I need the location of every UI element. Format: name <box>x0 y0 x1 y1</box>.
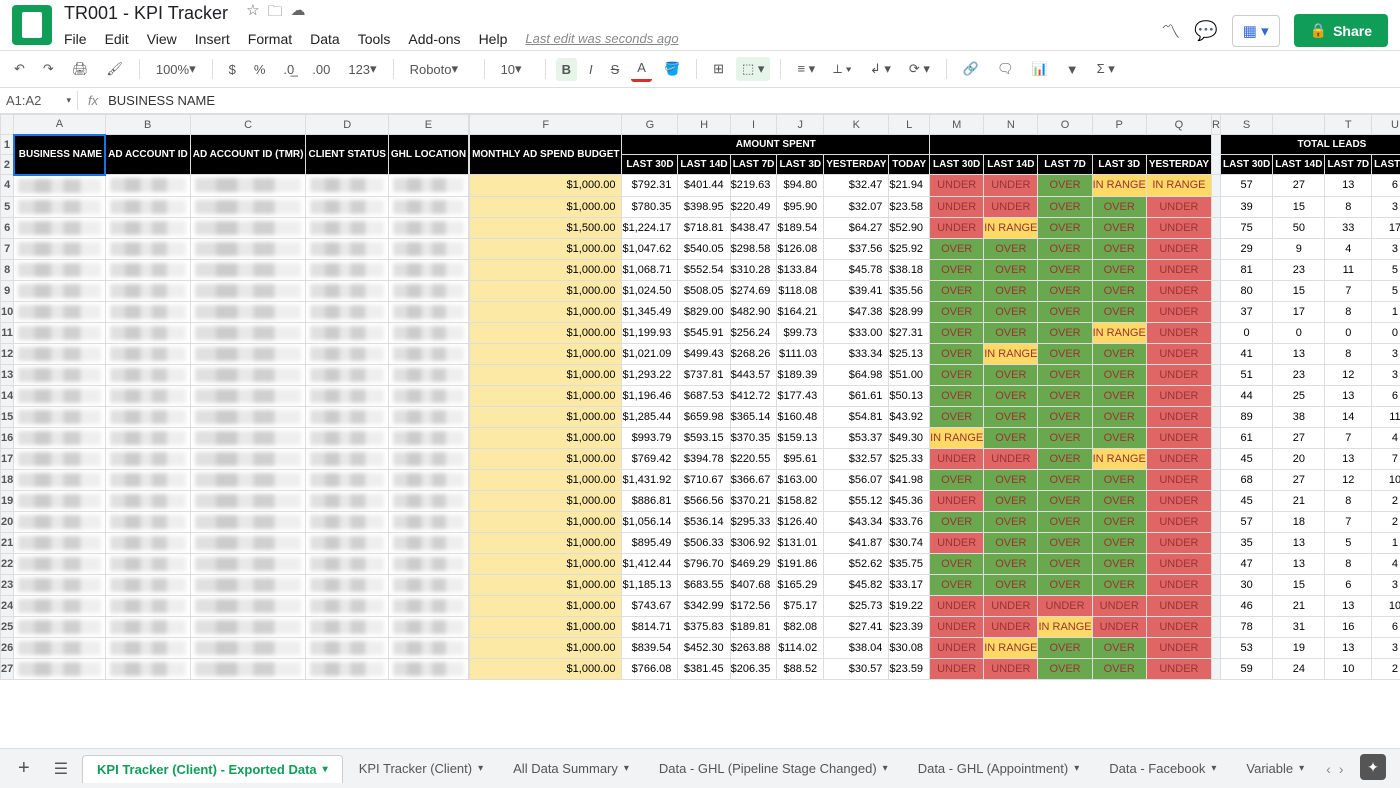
menu-edit[interactable]: Edit <box>105 31 129 47</box>
fx-icon: fx <box>78 93 108 108</box>
zoom-dropdown[interactable]: 100% ▾ <box>150 57 202 81</box>
bold-button[interactable]: B <box>556 58 577 81</box>
menu-tools[interactable]: Tools <box>358 31 391 47</box>
percent-icon[interactable]: % <box>248 58 272 81</box>
menu-addons[interactable]: Add-ons <box>408 31 460 47</box>
last-edit[interactable]: Last edit was seconds ago <box>525 31 678 46</box>
filter-icon[interactable]: ▼ <box>1060 58 1085 81</box>
toolbar: ↶ ↷ 🖨 🖌 100% ▾ $ % .0̲ .00 123▾ Roboto ▾… <box>0 50 1400 88</box>
chart-icon[interactable]: 📊 <box>1026 57 1054 81</box>
text-color-button[interactable]: A <box>631 56 652 82</box>
doc-title[interactable]: TR001 - KPI Tracker <box>64 3 228 24</box>
sheet-tab[interactable]: KPI Tracker (Client) - Exported Data ▾ <box>82 755 343 783</box>
menu-view[interactable]: View <box>147 31 177 47</box>
dec-decrease-icon[interactable]: .0̲ <box>277 58 300 81</box>
redo-icon[interactable]: ↷ <box>37 57 60 81</box>
name-box[interactable]: A1:A2▾ <box>0 91 78 110</box>
menu-data[interactable]: Data <box>310 31 340 47</box>
sheet-tab[interactable]: Data - GHL (Pipeline Stage Changed) ▾ <box>645 755 902 782</box>
sheet-tab[interactable]: Variable ▾ <box>1232 755 1318 782</box>
sheet-tab[interactable]: All Data Summary ▾ <box>499 755 643 782</box>
menu-format[interactable]: Format <box>248 31 292 47</box>
tab-scroll-left[interactable]: ‹ <box>1326 761 1331 777</box>
menu-help[interactable]: Help <box>479 31 508 47</box>
explore-button[interactable]: ✦ <box>1360 754 1386 780</box>
currency-icon[interactable]: $ <box>223 58 242 81</box>
link-icon[interactable]: 🔗 <box>957 57 985 81</box>
activity-icon[interactable]: 〽 <box>1161 17 1180 44</box>
comments-icon[interactable]: 💬 <box>1194 19 1218 43</box>
all-sheets-button[interactable]: ☰ <box>44 759 78 779</box>
comment-icon[interactable]: 🗨 <box>991 57 1020 81</box>
share-button[interactable]: Share <box>1294 14 1388 47</box>
menu-insert[interactable]: Insert <box>195 31 230 47</box>
font-family-dropdown[interactable]: Roboto ▾ <box>404 57 474 81</box>
move-icon[interactable]: 🗀 <box>268 1 283 26</box>
sheet-tabs: + ☰ KPI Tracker (Client) - Exported Data… <box>0 748 1400 788</box>
menu-file[interactable]: File <box>64 31 87 47</box>
menubar: File Edit View Insert Format Data Tools … <box>64 28 697 50</box>
format-more-dropdown[interactable]: 123▾ <box>342 57 382 81</box>
italic-button[interactable]: I <box>583 58 599 81</box>
merge-button[interactable]: ⬚ ▾ <box>736 57 770 81</box>
tab-scroll-right[interactable]: › <box>1339 761 1344 777</box>
undo-icon[interactable]: ↶ <box>8 57 31 81</box>
paint-format-icon[interactable]: 🖌 <box>100 57 129 81</box>
strike-button[interactable]: S <box>605 58 626 81</box>
dec-increase-icon[interactable]: .00 <box>306 58 336 81</box>
halign-button[interactable]: ≡ ▾ <box>791 57 821 81</box>
formula-bar[interactable]: BUSINESS NAME <box>108 93 215 108</box>
sheet-tab[interactable]: Data - Facebook ▾ <box>1095 755 1230 782</box>
print-icon[interactable]: 🖨 <box>66 57 95 81</box>
present-button[interactable]: ▦ ▾ <box>1232 15 1280 47</box>
functions-icon[interactable]: Σ ▾ <box>1091 57 1121 81</box>
spreadsheet-grid[interactable]: ABCDEFGHIJKLMNOPQRSTUVW1BUSINESS NAMEAD … <box>0 114 1400 680</box>
wrap-button[interactable]: ↲ ▾ <box>864 57 897 81</box>
valign-button[interactable]: ⟂ ▾ <box>827 57 858 81</box>
rotate-button[interactable]: ⟳ ▾ <box>903 57 936 81</box>
sheet-tab[interactable]: Data - GHL (Appointment) ▾ <box>904 755 1094 782</box>
sheet-tab[interactable]: KPI Tracker (Client) ▾ <box>345 755 497 782</box>
borders-button[interactable]: ⊞ <box>707 57 730 81</box>
sheets-logo[interactable] <box>12 5 52 45</box>
fill-color-button[interactable]: 🪣 <box>658 57 686 81</box>
star-icon[interactable]: ☆ <box>246 1 259 26</box>
add-sheet-button[interactable]: + <box>8 757 40 780</box>
cloud-icon[interactable]: ☁ <box>291 1 306 26</box>
font-size-dropdown[interactable]: 10 ▾ <box>495 57 535 81</box>
